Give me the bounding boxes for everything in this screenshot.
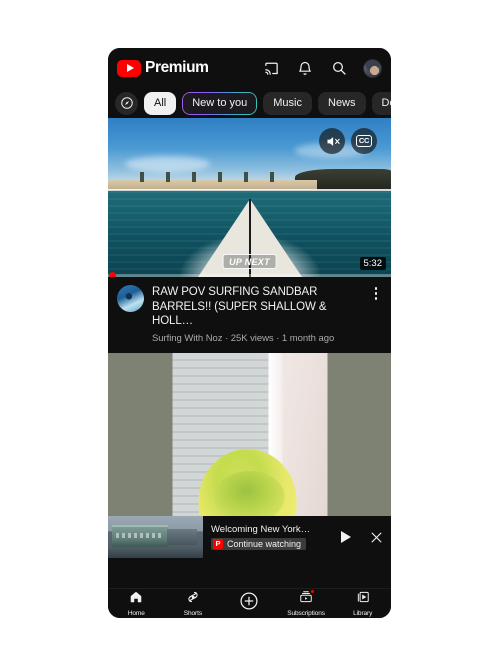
brand-label: Premium bbox=[145, 59, 209, 76]
search-icon[interactable] bbox=[328, 57, 350, 79]
building bbox=[167, 529, 197, 545]
bottom-navigation: Home Shorts Subscriptions Library bbox=[108, 588, 391, 618]
mini-player-body: Welcoming New York… P Continue watching bbox=[203, 524, 331, 550]
filter-chip-bar[interactable]: All New to you Music News De bbox=[108, 88, 391, 118]
nav-label-shorts: Shorts bbox=[183, 610, 202, 617]
video-subtitle: Surfing With Noz · 25K views · 1 month a… bbox=[152, 333, 335, 345]
shorts-icon bbox=[186, 590, 200, 609]
progress-bar[interactable] bbox=[108, 272, 391, 277]
up-next-badge: UP NEXT bbox=[222, 254, 277, 269]
mini-player-title: Welcoming New York… bbox=[211, 524, 311, 535]
chip-music[interactable]: Music bbox=[263, 91, 312, 115]
nav-label-home: Home bbox=[127, 610, 145, 617]
video-info-row[interactable]: RAW POV SURFING SANDBAR BARRELS!! (SUPER… bbox=[108, 277, 391, 354]
app-header: Premium bbox=[108, 48, 391, 88]
mini-player[interactable]: Welcoming New York… P Continue watching bbox=[108, 516, 391, 558]
mini-player-thumbnail[interactable] bbox=[108, 516, 203, 558]
video-feed: CC UP NEXT 5:32 RAW POV SURFING SANDBAR … bbox=[108, 118, 391, 588]
treeline bbox=[130, 172, 278, 182]
continue-watching-label: Continue watching bbox=[227, 539, 302, 549]
nav-item-subscriptions[interactable]: Subscriptions bbox=[278, 589, 335, 617]
cc-label: CC bbox=[355, 135, 373, 147]
explore-compass-icon[interactable] bbox=[115, 91, 138, 115]
short-inner bbox=[172, 353, 327, 540]
short-video-thumbnail[interactable] bbox=[108, 353, 391, 540]
phone-frame: Premium All New to you Music News D CC U… bbox=[108, 48, 391, 618]
create-plus-icon bbox=[239, 591, 259, 616]
screen: Premium All New to you Music News D CC U… bbox=[0, 0, 500, 666]
nav-item-shorts[interactable]: Shorts bbox=[165, 590, 222, 617]
premium-p-icon: P bbox=[213, 539, 223, 549]
volume-muted-icon[interactable] bbox=[319, 128, 345, 154]
chip-news[interactable]: News bbox=[318, 91, 366, 115]
video-duration: 5:32 bbox=[359, 257, 386, 270]
subscriptions-badge-dot bbox=[310, 589, 316, 594]
avatar[interactable] bbox=[363, 58, 382, 78]
chip-de[interactable]: De bbox=[371, 91, 391, 115]
video-player[interactable]: CC UP NEXT 5:32 bbox=[108, 118, 391, 277]
library-icon bbox=[356, 590, 370, 609]
building bbox=[112, 525, 168, 547]
bell-icon[interactable] bbox=[294, 57, 316, 79]
youtube-play-icon bbox=[117, 59, 141, 77]
subscriptions-icon bbox=[299, 589, 316, 609]
waterfront bbox=[108, 548, 203, 558]
chip-new-to-you[interactable]: New to you bbox=[182, 91, 258, 115]
continue-watching-badge: P Continue watching bbox=[211, 538, 307, 550]
nav-item-create[interactable] bbox=[221, 591, 278, 617]
channel-avatar[interactable] bbox=[117, 285, 144, 312]
mini-player-close-icon[interactable] bbox=[361, 516, 391, 558]
mini-player-play-icon[interactable] bbox=[331, 516, 361, 558]
progress-handle[interactable] bbox=[109, 272, 116, 277]
nav-item-home[interactable]: Home bbox=[108, 590, 165, 617]
home-icon bbox=[129, 590, 143, 609]
video-meta: RAW POV SURFING SANDBAR BARRELS!! (SUPER… bbox=[152, 285, 361, 344]
nav-label-library: Library bbox=[353, 610, 373, 617]
nav-item-library[interactable]: Library bbox=[334, 590, 391, 617]
nav-label-subscriptions: Subscriptions bbox=[287, 610, 325, 617]
chip-all[interactable]: All bbox=[144, 91, 177, 115]
cast-icon[interactable] bbox=[260, 57, 282, 79]
closed-captions-icon[interactable]: CC bbox=[351, 128, 377, 154]
cloud bbox=[124, 156, 210, 173]
youtube-premium-logo[interactable]: Premium bbox=[117, 59, 209, 77]
video-overflow-menu-icon[interactable] bbox=[369, 285, 383, 300]
video-title: RAW POV SURFING SANDBAR BARRELS!! (SUPER… bbox=[152, 286, 327, 328]
